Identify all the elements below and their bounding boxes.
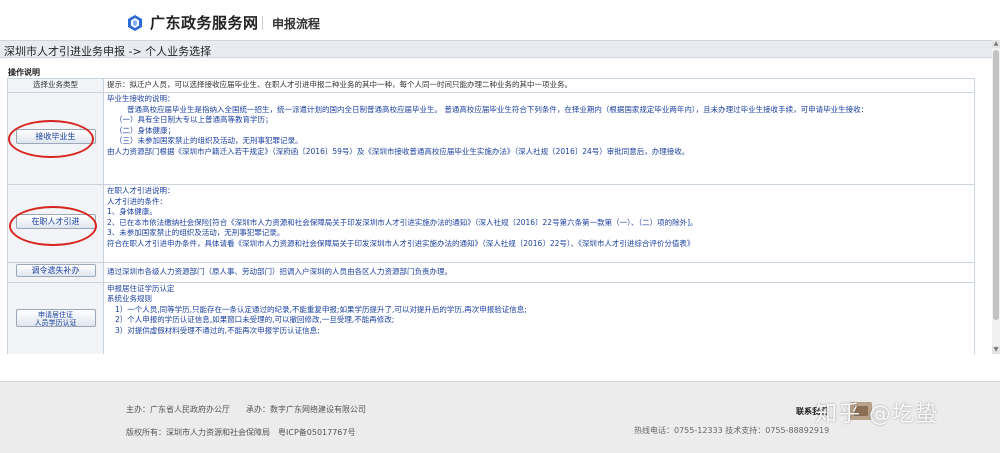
watermark: 知乎 @圪蛰 (815, 402, 938, 427)
table-header-left: 选择业务类型 (7, 78, 104, 93)
table-header-row: 选择业务类型 提示：拟迁户人员，可以选择接收应届毕业生、在职人才引进申报二种业务… (7, 78, 975, 93)
talent-introduction-button[interactable]: 在职人才引进 (15, 214, 96, 230)
description-line: 系统业务规则 (107, 294, 152, 304)
table-header-right: 提示：拟迁户人员，可以选择接收应届毕业生、在职人才引进申报二种业务的其中一种，每… (103, 78, 975, 93)
description-line: 2）个人申报的学历认证信息,如果窗口未受理的,可以撤回修改,一旦受理,不能再修改… (115, 315, 395, 325)
header-divider (262, 16, 263, 30)
footer-hotline: 热线电话：0755-12333 技术支持：0755-88892919 (634, 426, 830, 435)
footer-organizer: 主办：广东省人民政府办公厅 承办：数字广东网络建设有限公司 (126, 405, 366, 414)
table-row-description: 通过深圳市各级人力资源部门（原人事、劳动部门）招调入户深圳的人员由各区人力资源部… (103, 262, 975, 283)
description-line: （二）身体健康； (115, 125, 175, 135)
logo-icon (128, 15, 142, 31)
description-line: 1）一个人员,同等学历,只能存在一条认定通过的纪录,不能重复申报;如果学历提升了… (115, 304, 527, 314)
description-line: 在职人才引进说明： (107, 186, 175, 195)
description-line: 由人力资源部门根据《深圳市户籍迁入若干规定》（深府函〔2016〕59号）及《深圳… (107, 146, 690, 156)
footer-copyright: 版权所有：深圳市人力资源和社会保障局 粤ICP备05017767号 (126, 428, 356, 437)
table-row-description: 毕业生接收的说明： 普通高校应届毕业生是指纳入全国统一招生，统一派遣计划的国内全… (103, 92, 975, 185)
description-line: 普通高校应届毕业生是指纳入全国统一招生，统一派遣计划的国内全日制普通高校应届毕业… (127, 104, 869, 114)
description-line: 通过深圳市各级人力资源部门（原人事、劳动部门）招调入户深圳的人员由各区人力资源部… (107, 267, 452, 276)
description-line: 1、身体健康。 (107, 207, 157, 217)
table-row: 申请居住证 人员学历认证 申报居住证学历认定 系统业务规则 1）一个人员,同等学… (7, 281, 975, 354)
description-line: 申报居住证学历认定 (107, 283, 175, 293)
table-row-action: 申请居住证 人员学历认证 (7, 281, 104, 354)
description-line: 毕业生接收的说明： (107, 94, 175, 103)
section-title: 操作说明 (8, 68, 40, 77)
scroll-thumb[interactable] (993, 50, 999, 320)
table-row-description: 申报居住证学历认定 系统业务规则 1）一个人员,同等学历,只能存在一条认定通过的… (103, 281, 975, 354)
scroll-up-arrow-icon[interactable]: ▲ (992, 40, 1000, 48)
description-line: 符合在职人才引进申办条件，具体请看《深圳市人力资源和社会保障局关于印发深圳市人才… (107, 238, 695, 248)
table-row: 调令遗失补办 通过深圳市各级人力资源部门（原人事、劳动部门）招调入户深圳的人员由… (7, 262, 975, 283)
transfer-order-reissue-button[interactable]: 调令遗失补办 (15, 264, 96, 277)
receive-graduate-button[interactable]: 接收毕业生 (15, 129, 96, 145)
table-row-description: 在职人才引进说明： 人才引进的条件： 1、身体健康。 2、已在本市依法缴纳社会保… (103, 184, 975, 263)
description-line: （三）未参加国家禁止的组织及活动，无刑事犯罪记录。 (115, 136, 303, 146)
description-line: 人才引进的条件： (107, 196, 167, 206)
main-content: 操作说明 选择业务类型 提示：拟迁户人员，可以选择接收应届毕业生、在职人才引进申… (0, 58, 992, 354)
description-line: （一）具有全日制大专以上普通高等教育学历； (115, 115, 273, 125)
table-row-action: 接收毕业生 (7, 92, 104, 185)
site-name[interactable]: 广东政务服务网 (150, 12, 259, 33)
description-line: 3）对提供虚假材料受理不通过的,不能再次申报学历认证信息; (115, 325, 320, 335)
description-line: 2、已在本市依法缴纳社会保险[符合《深圳市人力资源和社会保障局关于印发深圳市人才… (107, 217, 698, 227)
business-type-table: 选择业务类型 提示：拟迁户人员，可以选择接收应届毕业生、在职人才引进申报二种业务… (7, 78, 975, 354)
breadcrumb-bar: 深圳市人才引进业务申报 -> 个人业务选择 (0, 40, 992, 58)
breadcrumb: 深圳市人才引进业务申报 -> 个人业务选择 (4, 45, 212, 58)
page-label: 申报流程 (272, 17, 321, 31)
table-row: 在职人才引进 在职人才引进说明： 人才引进的条件： 1、身体健康。 2、已在本市… (7, 184, 975, 263)
table-row-action: 调令遗失补办 (7, 262, 104, 283)
site-header: 广东政务服务网 申报流程 (0, 0, 1000, 40)
scroll-down-arrow-icon[interactable]: ▼ (992, 346, 1000, 354)
page-spacer (0, 354, 1000, 381)
site-footer: 主办：广东省人民政府办公厅 承办：数字广东网络建设有限公司 版权所有：深圳市人力… (0, 381, 1000, 453)
scrollbar[interactable]: ▲ ▼ (992, 40, 1000, 354)
table-row: 接收毕业生 毕业生接收的说明： 普通高校应届毕业生是指纳入全国统一招生，统一派遣… (7, 92, 975, 185)
residence-permit-degree-button[interactable]: 申请居住证 人员学历认证 (15, 309, 96, 328)
description-line: 3、未参加国家禁止的组织及活动，无刑事犯罪记录。 (107, 228, 285, 238)
table-row-action: 在职人才引进 (7, 184, 104, 263)
